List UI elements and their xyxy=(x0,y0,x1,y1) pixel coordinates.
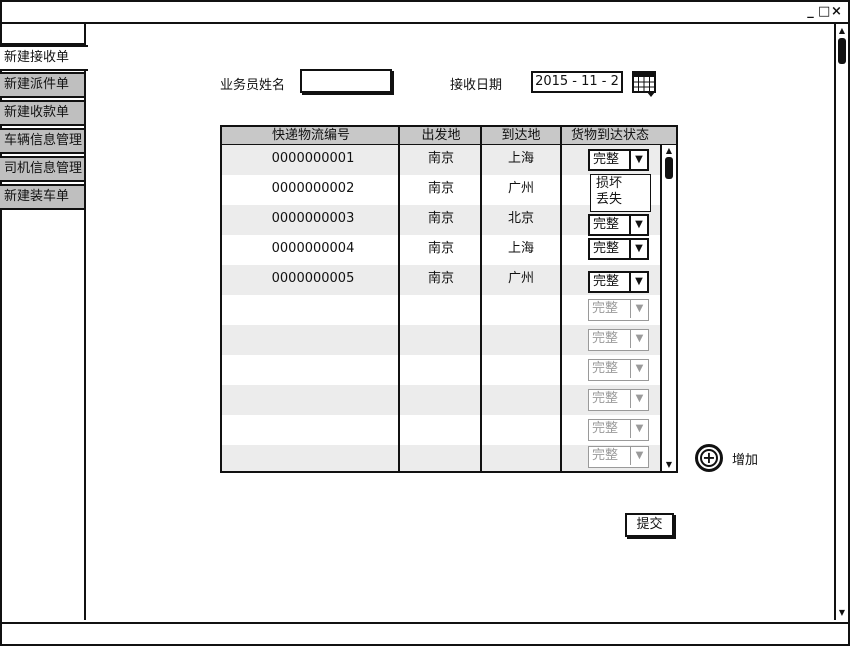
table-row-empty[interactable]: 完整 ▼ xyxy=(222,295,676,325)
date-field[interactable]: 2015 - 11 - 2 xyxy=(531,71,623,93)
destination-cell: 上海 xyxy=(507,151,534,166)
column-divider xyxy=(560,127,562,471)
status-value: 完整 xyxy=(593,152,620,167)
table-row[interactable]: 0000000004 南京 上海 完整 ▼ xyxy=(222,235,676,265)
table-header: 快递物流编号 出发地 到达地 货物到达状态 xyxy=(222,127,676,145)
tab-driver-management[interactable]: 司机信息管理 xyxy=(0,156,86,182)
scroll-up-icon[interactable]: ▲ xyxy=(664,146,674,156)
date-label: 接收日期 xyxy=(450,78,503,93)
table-scrollbar[interactable]: ▲ ▼ xyxy=(660,145,676,471)
tab-vehicle-management[interactable]: 车辆信息管理 xyxy=(0,128,86,154)
close-icon[interactable]: × xyxy=(831,4,842,20)
tracking-number-cell: 0000000002 xyxy=(271,181,355,196)
status-select-disabled: 完整 ▼ xyxy=(588,419,649,441)
tab-new-loading[interactable]: 新建装车单 xyxy=(0,184,86,210)
column-divider xyxy=(480,127,482,471)
tracking-number-cell: 0000000005 xyxy=(271,271,355,286)
chevron-down-icon[interactable]: ▼ xyxy=(629,240,647,258)
table-row[interactable]: 0000000001 南京 上海 完整 ▼ xyxy=(222,145,676,175)
sidebar: 新建接收单 新建派件单 新建收款单 车辆信息管理 司机信息管理 新建装车单 xyxy=(0,24,88,620)
status-placeholder: 完整 xyxy=(592,331,619,346)
origin-cell: 南京 xyxy=(427,271,454,286)
tracking-number-cell: 0000000004 xyxy=(271,241,355,256)
chevron-down-icon: ▼ xyxy=(630,360,648,378)
status-placeholder: 完整 xyxy=(592,301,619,316)
status-placeholder: 完整 xyxy=(592,448,619,463)
plus-circle-icon: + xyxy=(700,449,718,467)
table-row[interactable]: 0000000005 南京 广州 完整 ▼ xyxy=(222,265,676,295)
window-controls: _ □ × xyxy=(805,4,842,20)
status-select-disabled: 完整 ▼ xyxy=(588,329,649,351)
salesperson-input[interactable] xyxy=(300,69,392,93)
table-row-empty[interactable]: 完整 ▼ xyxy=(222,355,676,385)
origin-cell: 南京 xyxy=(427,211,454,226)
tracking-number-cell: 0000000003 xyxy=(271,211,355,226)
table-row-empty[interactable]: 完整 ▼ xyxy=(222,445,676,471)
column-divider xyxy=(398,127,400,471)
scroll-thumb[interactable] xyxy=(838,38,846,64)
tab-new-receipt[interactable]: 新建接收单 xyxy=(0,45,88,71)
add-label[interactable]: 增加 xyxy=(732,449,758,468)
main-scrollbar[interactable]: ▲ ▼ xyxy=(834,24,848,620)
delivery-table: 快递物流编号 出发地 到达地 货物到达状态 0000000001 南京 上海 完… xyxy=(220,125,678,473)
scroll-thumb[interactable] xyxy=(665,157,673,179)
header-arrival-status: 货物到达状态 xyxy=(570,128,649,143)
status-value: 完整 xyxy=(593,241,620,256)
status-select-disabled: 完整 ▼ xyxy=(588,389,649,411)
destination-cell: 北京 xyxy=(507,211,534,226)
table-row-empty[interactable]: 完整 ▼ xyxy=(222,415,676,445)
tab-new-payment[interactable]: 新建收款单 xyxy=(0,100,86,126)
calendar-icon[interactable] xyxy=(632,70,658,98)
header-destination: 到达地 xyxy=(501,128,541,143)
status-option-damaged[interactable]: 损坏 xyxy=(596,176,650,192)
maximize-icon[interactable]: □ xyxy=(818,4,830,20)
origin-cell: 南京 xyxy=(427,151,454,166)
status-select[interactable]: 完整 ▼ xyxy=(588,271,649,293)
status-placeholder: 完整 xyxy=(592,421,619,436)
destination-cell: 广州 xyxy=(507,181,534,196)
chevron-down-icon: ▼ xyxy=(630,330,648,348)
status-placeholder: 完整 xyxy=(592,391,619,406)
header-origin: 出发地 xyxy=(421,128,461,143)
submit-button[interactable]: 提交 xyxy=(625,513,674,537)
chevron-down-icon[interactable]: ▼ xyxy=(629,216,647,234)
status-value: 完整 xyxy=(593,274,620,289)
chevron-down-icon: ▼ xyxy=(630,300,648,318)
status-value: 完整 xyxy=(593,217,620,232)
origin-cell: 南京 xyxy=(427,241,454,256)
header-tracking-number: 快递物流编号 xyxy=(271,128,350,143)
status-dropdown-list[interactable]: 损坏 丢失 xyxy=(590,174,651,212)
table-row-empty[interactable]: 完整 ▼ xyxy=(222,325,676,355)
scroll-up-icon[interactable]: ▲ xyxy=(837,26,847,36)
status-select[interactable]: 完整 ▼ xyxy=(588,149,649,171)
add-button[interactable]: + xyxy=(695,444,723,472)
scroll-down-icon[interactable]: ▼ xyxy=(664,460,674,470)
destination-cell: 上海 xyxy=(507,241,534,256)
status-select-disabled: 完整 ▼ xyxy=(588,359,649,381)
scroll-down-icon[interactable]: ▼ xyxy=(837,608,847,618)
tab-strip-top xyxy=(0,24,86,45)
status-select[interactable]: 完整 ▼ xyxy=(588,238,649,260)
chevron-down-icon: ▼ xyxy=(630,447,648,465)
title-bar: _ □ × xyxy=(2,2,848,24)
destination-cell: 广州 xyxy=(507,271,534,286)
chevron-down-icon: ▼ xyxy=(630,390,648,408)
chevron-down-icon: ▼ xyxy=(630,420,648,438)
tracking-number-cell: 0000000001 xyxy=(271,151,355,166)
chevron-down-icon[interactable]: ▼ xyxy=(629,273,647,291)
tab-new-dispatch[interactable]: 新建派件单 xyxy=(0,72,86,98)
status-placeholder: 完整 xyxy=(592,361,619,376)
status-bar xyxy=(2,622,848,644)
minimize-icon[interactable]: _ xyxy=(805,4,816,20)
chevron-down-icon[interactable]: ▼ xyxy=(629,151,647,169)
status-option-lost[interactable]: 丢失 xyxy=(596,192,650,208)
status-select[interactable]: 完整 ▼ xyxy=(588,214,649,236)
status-select-disabled: 完整 ▼ xyxy=(588,299,649,321)
status-select-disabled: 完整 ▼ xyxy=(588,446,649,468)
table-row-empty[interactable]: 完整 ▼ xyxy=(222,385,676,415)
origin-cell: 南京 xyxy=(427,181,454,196)
salesperson-label: 业务员姓名 xyxy=(220,78,286,93)
